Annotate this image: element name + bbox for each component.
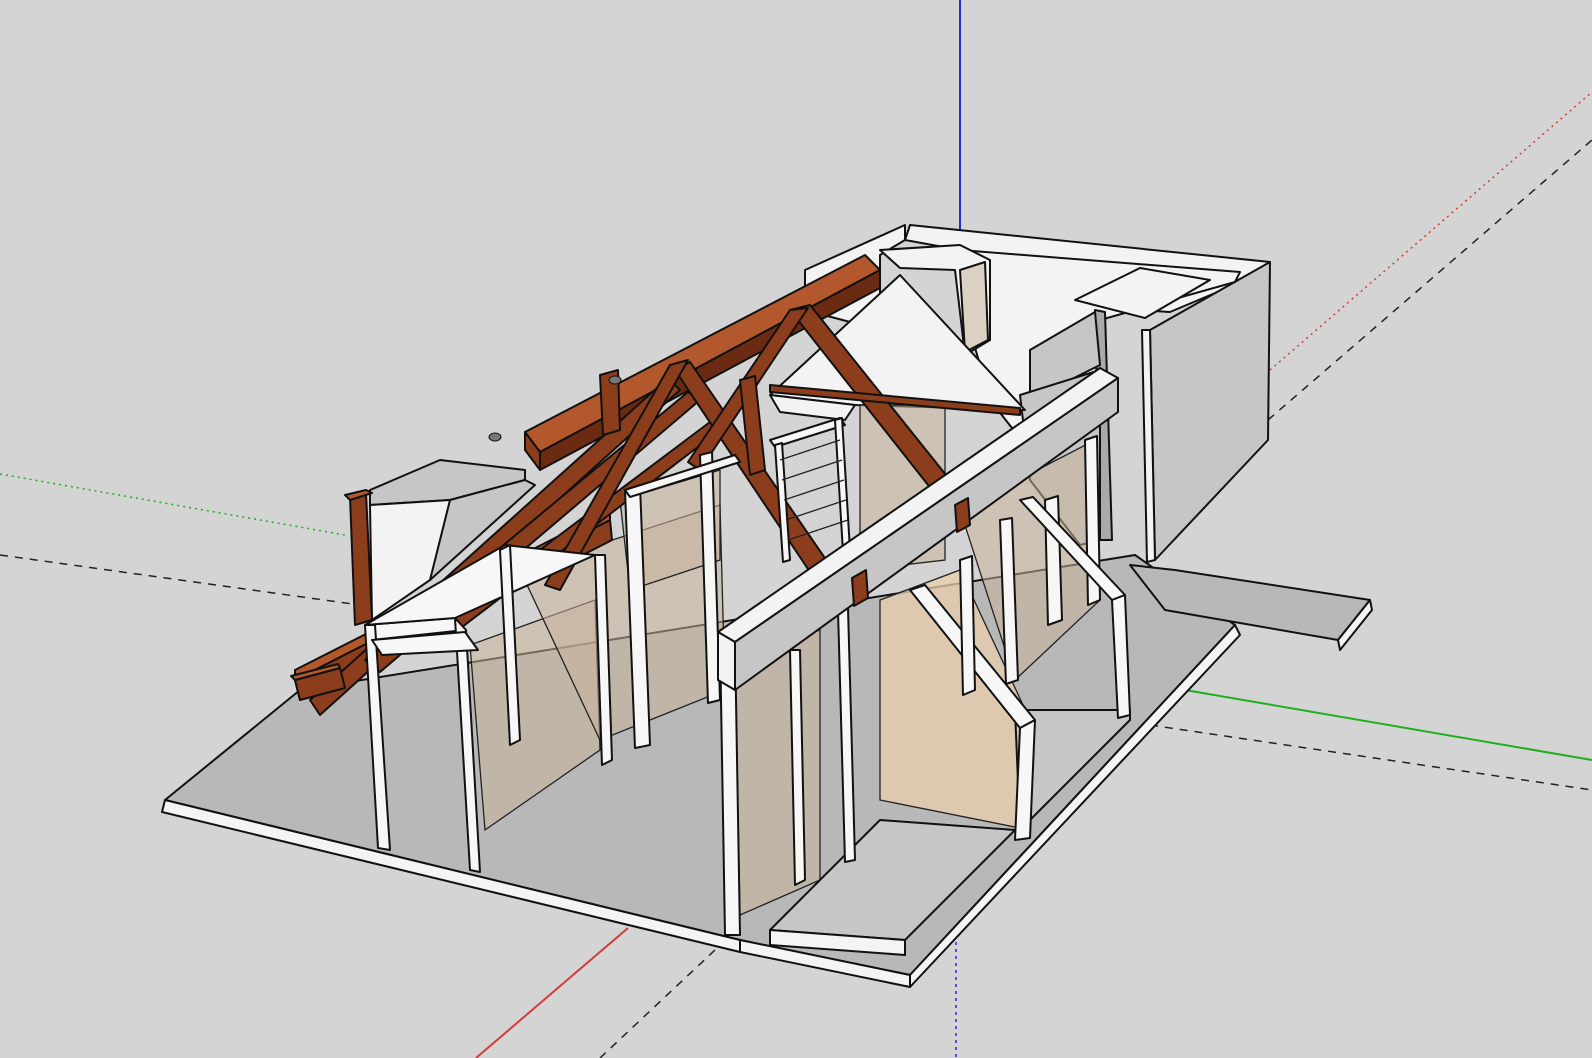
red-axis-dotted (1269, 91, 1592, 371)
model-canvas[interactable] (0, 0, 1592, 1058)
inferred-line-right (1149, 724, 1592, 791)
red-axis (475, 927, 629, 1058)
green-axis-dotted (0, 473, 346, 536)
inferred-line-down (599, 949, 716, 1058)
modeling-viewport[interactable] (0, 0, 1592, 1058)
inferred-line-upright (1267, 139, 1592, 421)
inferred-line-left (0, 554, 361, 606)
green-axis (1184, 689, 1592, 761)
